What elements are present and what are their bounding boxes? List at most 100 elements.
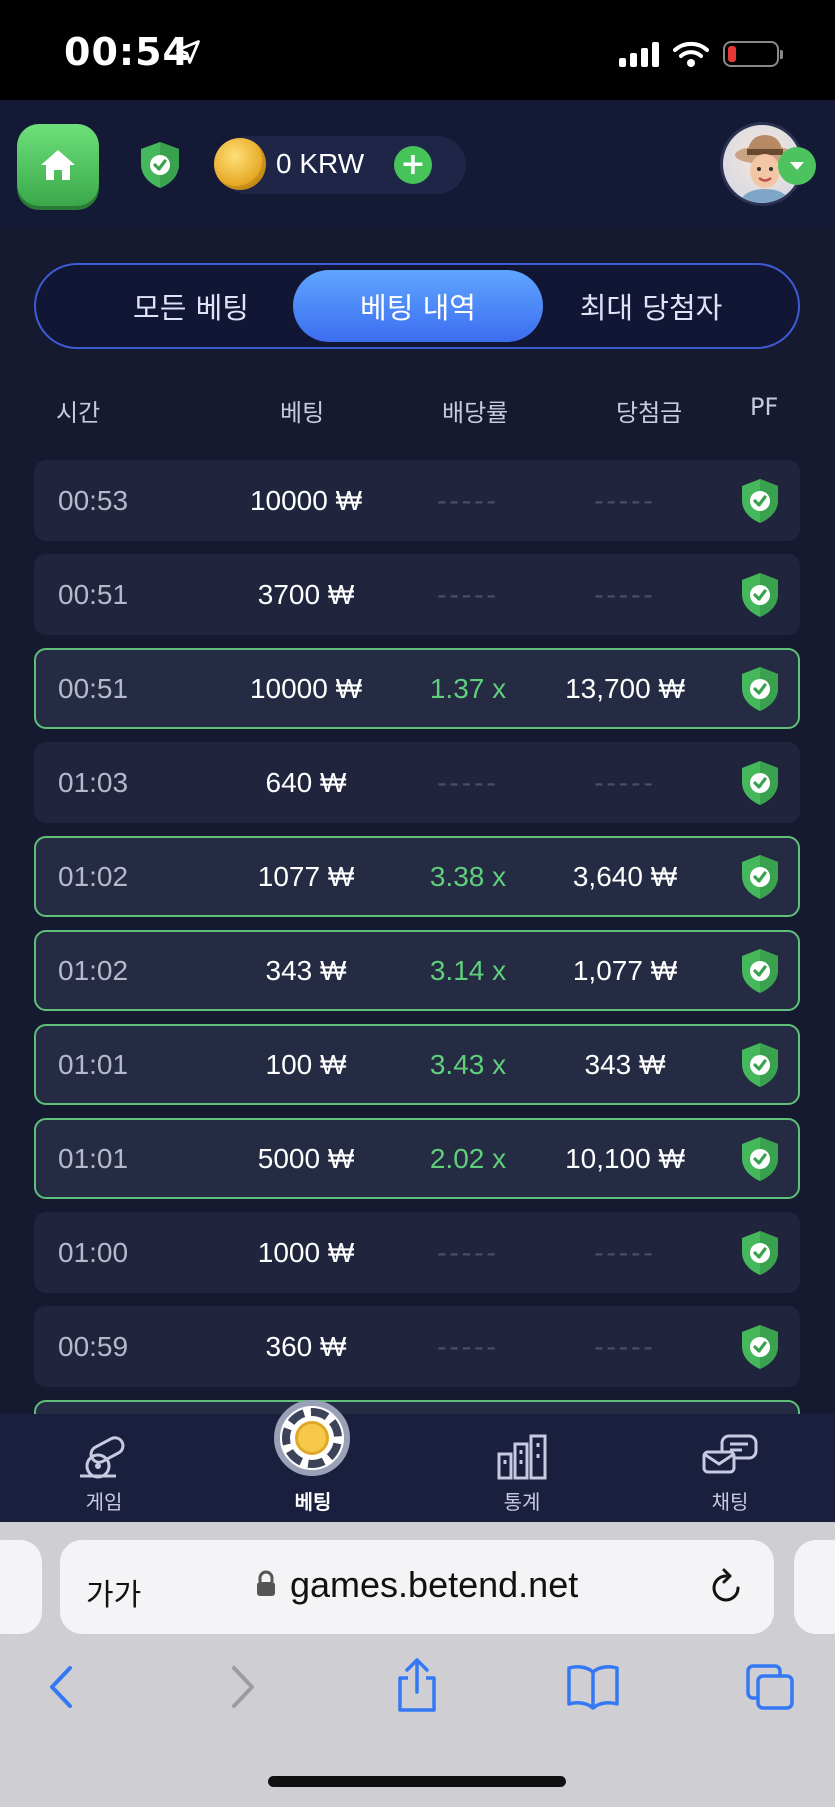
text-size-button[interactable]: 가가 (86, 1570, 141, 1614)
row-time: 00:51 (58, 672, 129, 704)
provably-fair-shield-icon[interactable] (138, 140, 182, 194)
address-bar[interactable]: 가가 games.betend.net (60, 1540, 774, 1634)
row-bet-amount: 10000 ₩ (249, 484, 363, 516)
nav-chat[interactable]: 채팅 (670, 1414, 790, 1522)
row-payout: ----- (594, 484, 656, 516)
add-funds-button[interactable]: + (394, 146, 432, 184)
tabs-icon[interactable] (744, 1662, 796, 1712)
row-multiplier: ----- (437, 484, 499, 516)
balance-amount: 0 KRW (276, 148, 365, 179)
forward-icon[interactable] (224, 1662, 260, 1712)
row-multiplier: 1.37 x (429, 672, 507, 704)
row-payout: 343 ₩ (584, 1048, 666, 1080)
bottom-nav: 게임 베팅 통계 채팅 (0, 1414, 835, 1522)
table-row[interactable]: 00:51 3700 ₩ ----- ----- (34, 554, 800, 635)
nav-game[interactable]: 게임 (44, 1414, 164, 1522)
table-row[interactable]: 00:53 10000 ₩ ----- ----- (34, 460, 800, 541)
row-multiplier: 3.43 x (429, 1048, 507, 1080)
bet-tabs: 모든 베팅 베팅 내역 최대 당첨자 (34, 263, 800, 349)
row-bet-amount: 360 ₩ (265, 1330, 347, 1362)
table-row[interactable]: 00:51 10000 ₩ 1.37 x 13,700 ₩ (34, 648, 800, 729)
row-payout: ----- (594, 766, 656, 798)
row-multiplier: ----- (437, 578, 499, 610)
column-pf: PF (750, 393, 779, 421)
chevron-down-icon[interactable] (778, 147, 816, 185)
row-multiplier: ----- (437, 1330, 499, 1362)
column-payout: 당첨금 (616, 399, 683, 427)
cannon-icon (80, 1436, 125, 1479)
lock-icon (257, 1570, 275, 1596)
tab-my-bets[interactable]: 베팅 내역 (293, 270, 543, 342)
provably-fair-shield-icon[interactable] (738, 556, 782, 633)
row-bet-amount: 1077 ₩ (257, 860, 355, 892)
share-icon[interactable] (394, 1656, 440, 1714)
row-time: 00:53 (58, 484, 129, 516)
row-time: 00:51 (58, 578, 129, 610)
status-bar: 00:54 (0, 0, 835, 100)
provably-fair-shield-icon[interactable] (738, 1026, 782, 1103)
nav-chat-label: 채팅 (711, 1490, 749, 1514)
provably-fair-shield-icon[interactable] (738, 1402, 782, 1414)
battery-icon (723, 41, 783, 67)
row-time: 01:03 (58, 766, 129, 798)
row-payout: 3,640 ₩ (572, 860, 678, 892)
tab-top-winners[interactable]: 최대 당첨자 (526, 270, 776, 342)
row-payout: ----- (594, 1236, 656, 1268)
row-time: 00:59 (58, 1330, 129, 1362)
column-multiplier: 배당률 (442, 399, 509, 427)
chat-icon (702, 1434, 758, 1474)
row-payout: ----- (594, 1330, 656, 1362)
provably-fair-shield-icon[interactable] (738, 462, 782, 539)
provably-fair-shield-icon[interactable] (738, 932, 782, 1009)
app-header: 0 KRW + (0, 100, 835, 228)
row-multiplier: 2.02 x (429, 1142, 507, 1174)
next-tab-peek[interactable] (794, 1540, 835, 1634)
reload-icon[interactable] (708, 1566, 744, 1606)
url-text: games.betend.net (290, 1564, 579, 1605)
row-multiplier: 3.38 x (429, 860, 507, 892)
row-bet-amount: 1000 ₩ (257, 1236, 355, 1268)
provably-fair-shield-icon[interactable] (738, 650, 782, 727)
main-content: 모든 베팅 베팅 내역 최대 당첨자 시간 베팅 배당률 당첨금 PF 00:5… (0, 228, 835, 1414)
table-row[interactable]: 01:01 100 ₩ 3.43 x 343 ₩ (34, 1024, 800, 1105)
table-row[interactable]: 01:02 343 ₩ 3.14 x 1,077 ₩ (34, 930, 800, 1011)
provably-fair-shield-icon[interactable] (738, 1120, 782, 1197)
column-bet: 베팅 (280, 399, 325, 427)
table-row[interactable] (34, 1400, 800, 1414)
status-time: 00:54 (64, 30, 190, 74)
nav-stats[interactable]: 통계 (462, 1414, 582, 1522)
row-multiplier: ----- (437, 1236, 499, 1268)
chip-icon[interactable] (274, 1400, 350, 1476)
provably-fair-shield-icon[interactable] (738, 1308, 782, 1385)
back-icon[interactable] (44, 1662, 80, 1712)
provably-fair-shield-icon[interactable] (738, 838, 782, 915)
previous-tab-peek[interactable] (0, 1540, 42, 1634)
table-row[interactable]: 01:01 5000 ₩ 2.02 x 10,100 ₩ (34, 1118, 800, 1199)
row-bet-amount: 3700 ₩ (257, 578, 355, 610)
provably-fair-shield-icon[interactable] (738, 1214, 782, 1291)
row-multiplier: ----- (437, 766, 499, 798)
row-time: 01:02 (58, 954, 129, 986)
row-bet-amount: 640 ₩ (265, 766, 347, 798)
nav-game-label: 게임 (85, 1490, 123, 1514)
coin-icon (214, 138, 266, 190)
tab-all-bets[interactable]: 모든 베팅 (66, 270, 316, 342)
location-arrow-icon (174, 38, 202, 70)
row-time: 01:02 (58, 860, 129, 892)
table-row[interactable]: 01:03 640 ₩ ----- ----- (34, 742, 800, 823)
row-bet-amount: 343 ₩ (265, 954, 347, 986)
row-time: 01:01 (58, 1142, 129, 1174)
provably-fair-shield-icon[interactable] (738, 744, 782, 821)
bookmarks-icon[interactable] (566, 1662, 620, 1710)
home-indicator (268, 1776, 566, 1787)
wifi-icon (673, 41, 709, 67)
column-time: 시간 (56, 399, 101, 427)
nav-stats-label: 통계 (503, 1490, 541, 1514)
table-row[interactable]: 01:00 1000 ₩ ----- ----- (34, 1212, 800, 1293)
home-button[interactable] (17, 124, 99, 206)
row-payout (550, 1402, 700, 1414)
table-row[interactable]: 01:02 1077 ₩ 3.38 x 3,640 ₩ (34, 836, 800, 917)
table-row[interactable]: 00:59 360 ₩ ----- ----- (34, 1306, 800, 1387)
row-payout: 1,077 ₩ (572, 954, 678, 986)
nav-bet-label: 베팅 (294, 1490, 332, 1514)
